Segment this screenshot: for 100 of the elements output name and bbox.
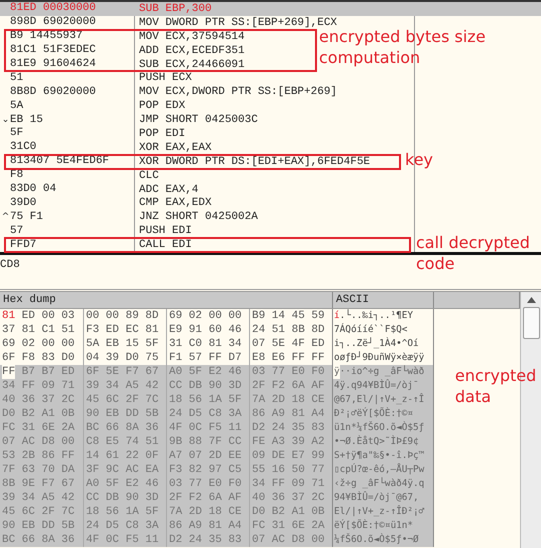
- hex-bytes: F3 ED EC 81: [83, 323, 166, 337]
- hex-bytes: 86 A9 81 A4: [249, 407, 332, 421]
- instruction: PUSH ECX: [139, 72, 192, 84]
- ascii-text: ëÝ[$ÕÈ:†©¤ü1n*: [333, 519, 434, 533]
- hex-bytes: A0 5F E2 46: [166, 365, 249, 379]
- opcode-bytes: 75 F1: [10, 212, 44, 223]
- hex-bytes: 8B 9E F7 67: [0, 477, 83, 491]
- hex-bytes: D2 24 35 83: [249, 421, 332, 435]
- instruction: CMP EAX,EDX: [139, 197, 212, 210]
- hex-bytes: F3 82 97 C5: [166, 463, 249, 477]
- instruction: SUB EBP,300: [139, 2, 212, 15]
- jump-mark: ⌄: [1, 116, 10, 125]
- ascii-text: oøƒÐ┘9ÐuñWÿ×èæÿÿ: [333, 351, 434, 365]
- ascii-text: S+†ÿ¶a"‰§•-î.Þç™: [333, 449, 434, 463]
- instruction: MOV ECX,DWORD PTR SS:[EBP+269]: [139, 86, 338, 98]
- hex-bytes: 03 77 E0 F0: [249, 365, 332, 379]
- instruction: ADD ECX,ECEDF351: [139, 44, 245, 57]
- instruction: XOR DWORD PTR DS:[EDI+EAX],6FED4F5E: [139, 156, 370, 168]
- hex-bytes: 5A EB 15 5F: [83, 337, 166, 351]
- hex-bytes: 09 DE E7 99: [249, 449, 332, 463]
- ascii-text: ‹ž÷g _âF└wàð4ÿ.q: [333, 477, 434, 491]
- hex-bytes: 2F F2 6A AF: [166, 491, 249, 505]
- hex-bytes: D2 24 35 83: [166, 533, 249, 547]
- annotation-label: encrypted bytes size computation: [319, 27, 486, 69]
- hex-bytes: 40 36 37 2C: [0, 393, 83, 407]
- hex-bytes: C8 E5 74 51: [83, 435, 166, 449]
- opcode-bytes: 57: [10, 226, 24, 237]
- opcode-bytes: 83D0 04: [10, 184, 56, 196]
- instruction: CLC: [139, 170, 159, 182]
- opcode-bytes: 81E9 91604624: [10, 59, 96, 70]
- jump-mark: ^: [1, 212, 10, 222]
- ascii-text: í.└..‰i┐..¹¶EY: [333, 309, 434, 323]
- hex-bytes: BC 66 8A 36: [83, 421, 166, 435]
- instruction: JMP SHORT 0425003C: [139, 114, 258, 126]
- hex-bytes: CC DB 90 3D: [166, 379, 249, 393]
- hex-bytes: 07 AC D8 00: [0, 435, 83, 449]
- opcode-bytes: 8B8D 69020000: [10, 86, 96, 98]
- ascii-text: Ð²¡♂ëÝ[$ÕÈ:†©¤: [333, 407, 434, 421]
- instruction: MOV ECX,37594514: [139, 30, 245, 43]
- hex-bytes: FC 31 6E 2A: [0, 421, 83, 435]
- hex-bytes: 45 6C 2F 7C: [0, 505, 83, 519]
- ascii-text: ÿ··io^÷g _âF└wàð: [333, 365, 434, 379]
- column-header[interactable]: Hex dump: [0, 292, 333, 308]
- instruction: ADC EAX,4: [139, 184, 198, 196]
- scroll-up-icon[interactable]: [526, 297, 536, 303]
- annotation-label: key: [405, 150, 434, 171]
- annotation-label: call decrypted code: [416, 233, 530, 275]
- annotation-label: encrypted data: [455, 366, 536, 408]
- hex-bytes: 86 A9 81 A4: [166, 519, 249, 533]
- opcode-bytes: 51: [10, 72, 24, 84]
- column-header[interactable]: ASCII: [333, 292, 434, 308]
- hex-bytes: 18 56 1A 5F: [83, 505, 166, 519]
- hex-bytes: E9 91 60 46: [166, 323, 249, 337]
- opcode-bytes: 5F: [10, 128, 24, 140]
- hex-bytes: 39 34 A5 42: [83, 379, 166, 393]
- opcode-bytes: FFD7: [10, 240, 36, 251]
- hex-bytes: CC DB 90 3D: [83, 491, 166, 505]
- hex-bytes: FC 31 6E 2A: [249, 519, 332, 533]
- instruction: POP EDX: [139, 100, 186, 112]
- hex-bytes: 24 D5 C8 3A: [166, 407, 249, 421]
- hex-bytes: 2F F2 6A AF: [249, 379, 332, 393]
- hex-bytes: 7F 63 70 DA: [0, 463, 83, 477]
- ascii-text: ▯cpÚ?œ-êó‚—ÅU┬Pw: [333, 463, 434, 477]
- hex-bytes: 4F 0C F5 11: [166, 421, 249, 435]
- ascii-text: ¼fŠ6O.õ◄Ò$5ƒ•¬Ø: [333, 533, 434, 547]
- ascii-text: ü1n*¼fŠ6O.õ◄Ò$5ƒ: [333, 421, 434, 435]
- hex-bytes: 31 C0 81 34: [166, 337, 249, 351]
- instruction: JNZ SHORT 0425002A: [139, 211, 258, 224]
- hex-bytes: 55 16 50 77: [249, 463, 332, 477]
- hex-bytes: 90 EB DD 5B: [83, 407, 166, 421]
- hex-bytes: 6F 5E F7 67: [83, 365, 166, 379]
- opcode-bytes: 5A: [10, 100, 24, 112]
- hex-bytes: 39 34 A5 42: [0, 491, 83, 505]
- hex-bytes: 24 D5 C8 3A: [83, 519, 166, 533]
- hex-bytes: 18 56 1A 5F: [166, 393, 249, 407]
- ascii-text: 7ÁQóííé``F$Q<: [333, 323, 434, 337]
- hex-bytes: 34 FF 09 71: [249, 477, 332, 491]
- ascii-text: 94¥BÌÛ=/òj¯@67,: [333, 491, 434, 505]
- instruction: SUB ECX,24466091: [139, 58, 245, 70]
- hex-bytes: A0 5F E2 46: [83, 477, 166, 491]
- hex-bytes: 07 AC D8 00: [249, 533, 332, 547]
- hex-bytes: 53 2B 86 FF: [0, 449, 83, 463]
- hex-bytes: 40 36 37 2C: [249, 491, 332, 505]
- hex-bytes: 3F 9C AC EA: [83, 463, 166, 477]
- opcode-bytes: 31C0: [10, 142, 36, 154]
- ascii-text: •¬Ø.ÈåtQ>˜ÌÞ£9¢: [333, 435, 434, 449]
- ascii-text: i┐..Zë┘_1À4•^Oí: [333, 337, 434, 351]
- hex-bytes: D0 B2 A1 0B: [249, 505, 332, 519]
- hex-bytes: 4F 0C F5 11: [83, 533, 166, 547]
- hex-bytes: 07 5E 4F ED: [249, 337, 332, 351]
- hex-bytes: FF B7 B7 ED: [0, 365, 83, 379]
- hex-bytes: 7A 2D 18 CE: [166, 505, 249, 519]
- instruction: PUSH EDI: [139, 225, 192, 238]
- hex-bytes: B9 14 45 59: [249, 309, 332, 323]
- scroll-thumb[interactable]: [522, 307, 540, 339]
- hex-bytes: D0 B2 A1 0B: [0, 407, 83, 421]
- hex-bytes: A7 07 2D EE: [166, 449, 249, 463]
- ascii-text: 4ÿ.q94¥BÌÛ=/òj¯: [333, 379, 434, 393]
- opcode-bytes: 81C1 51F3EDEC: [10, 45, 96, 56]
- hex-bytes: 9B 88 7F CC: [166, 435, 249, 449]
